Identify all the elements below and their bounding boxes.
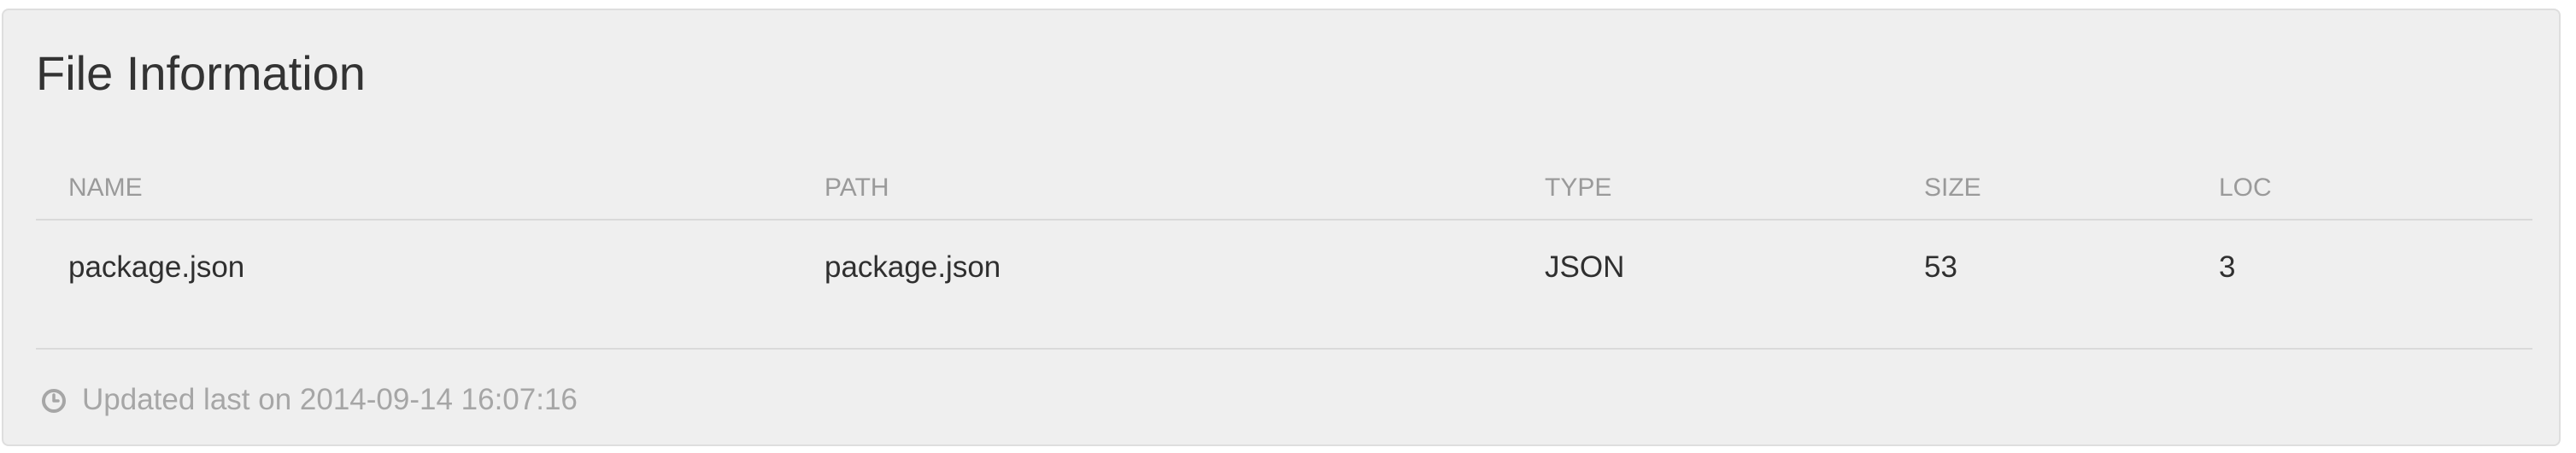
column-header-size[interactable]: SIZE bbox=[1892, 157, 2186, 221]
file-information-card: File Information NAME PATH TYPE SIZE LOC… bbox=[2, 9, 2561, 446]
footer-divider bbox=[36, 348, 2532, 350]
table-header-row: NAME PATH TYPE SIZE LOC bbox=[36, 157, 2532, 221]
cell-path: package.json bbox=[824, 250, 1001, 284]
column-header-loc[interactable]: LOC bbox=[2186, 157, 2532, 221]
column-header-name[interactable]: NAME bbox=[36, 157, 792, 221]
column-header-path[interactable]: PATH bbox=[792, 157, 1512, 221]
column-header-type[interactable]: TYPE bbox=[1512, 157, 1892, 221]
clock-icon bbox=[41, 387, 67, 413]
cell-type: JSON bbox=[1545, 250, 1625, 284]
last-updated-text: Updated last on 2014-09-14 16:07:16 bbox=[82, 383, 578, 416]
table-row[interactable]: package.json package.json JSON 53 3 bbox=[36, 220, 2532, 315]
cell-name: package.json bbox=[68, 250, 245, 284]
last-updated-footer: Updated last on 2014-09-14 16:07:16 bbox=[41, 383, 578, 417]
cell-size: 53 bbox=[1924, 250, 1957, 284]
card-title: File Information bbox=[36, 46, 366, 100]
file-table: NAME PATH TYPE SIZE LOC package.json pac… bbox=[36, 157, 2532, 315]
cell-loc: 3 bbox=[2219, 250, 2236, 284]
